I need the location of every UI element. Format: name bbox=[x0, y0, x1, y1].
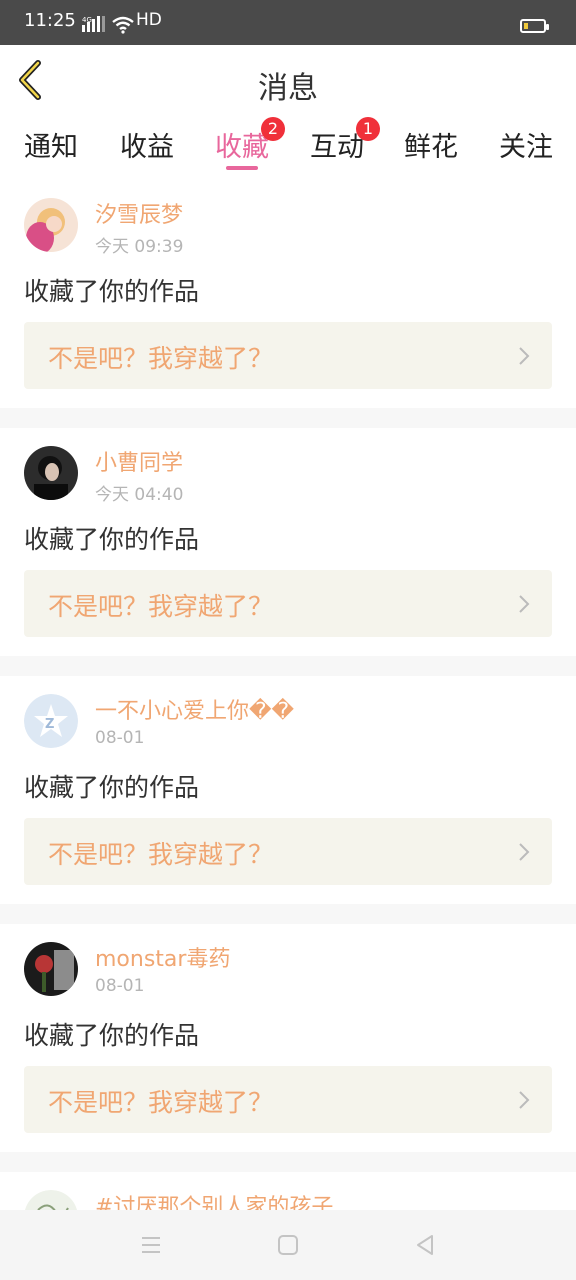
divider bbox=[0, 656, 576, 676]
timestamp: 今天 04:40 bbox=[95, 485, 184, 505]
chevron-right-icon bbox=[519, 1091, 530, 1109]
tab-favorites[interactable]: 收藏 2 bbox=[215, 117, 285, 164]
divider bbox=[0, 1152, 576, 1172]
work-link[interactable]: 不是吧？我穿越了？ bbox=[24, 570, 552, 637]
back-triangle-icon[interactable] bbox=[412, 1232, 438, 1258]
action-text: 收藏了你的作品 bbox=[24, 1021, 200, 1050]
avatar[interactable]: Z bbox=[24, 694, 78, 748]
svg-text:Z: Z bbox=[45, 717, 54, 732]
tab-label: 通知 bbox=[24, 132, 78, 163]
timestamp: 08-01 bbox=[95, 728, 145, 748]
avatar[interactable] bbox=[24, 198, 78, 252]
list-item: 汐雪辰梦 今天 09:39 收藏了你的作品 不是吧？我穿越了？ bbox=[0, 180, 576, 408]
tab-interact[interactable]: 互动 1 bbox=[310, 117, 380, 164]
wifi-icon bbox=[112, 16, 134, 34]
page-title: 消息 bbox=[258, 71, 318, 106]
network-label: 4G bbox=[82, 16, 92, 24]
action-text: 收藏了你的作品 bbox=[24, 277, 200, 306]
work-link[interactable]: 不是吧？我穿越了？ bbox=[24, 322, 552, 389]
badge-count: 1 bbox=[356, 117, 380, 141]
list-item: Z 一不小心爱上你�� 08-01 收藏了你的作品 不是吧？我穿越了？ bbox=[0, 676, 576, 904]
timestamp: 08-01 bbox=[95, 976, 145, 996]
tab-label: 收藏 bbox=[215, 132, 269, 163]
list-item: monstar毒药 08-01 收藏了你的作品 不是吧？我穿越了？ bbox=[0, 924, 576, 1152]
signal-icon: 4G bbox=[82, 16, 105, 32]
tab-flowers[interactable]: 鲜花 bbox=[404, 125, 458, 164]
chevron-right-icon bbox=[519, 843, 530, 861]
divider bbox=[0, 904, 576, 924]
work-title: 不是吧？我穿越了？ bbox=[48, 840, 274, 869]
tab-label: 关注 bbox=[499, 132, 553, 163]
tab-label: 互动 bbox=[310, 132, 364, 163]
avatar[interactable] bbox=[24, 942, 78, 996]
tab-label: 收益 bbox=[120, 132, 174, 163]
status-bar: 11:25 4G HD bbox=[0, 0, 576, 45]
work-title: 不是吧？我穿越了？ bbox=[48, 592, 274, 621]
avatar[interactable] bbox=[24, 446, 78, 500]
tab-income[interactable]: 收益 bbox=[120, 125, 174, 164]
divider bbox=[0, 408, 576, 428]
work-link[interactable]: 不是吧？我穿越了？ bbox=[24, 818, 552, 885]
work-title: 不是吧？我穿越了？ bbox=[48, 344, 274, 373]
status-time: 11:25 bbox=[24, 10, 76, 31]
timestamp: 今天 09:39 bbox=[95, 237, 184, 257]
message-list: 汐雪辰梦 今天 09:39 收藏了你的作品 不是吧？我穿越了？ 小曹同学 今天 … bbox=[0, 180, 576, 1244]
tab-notify[interactable]: 通知 bbox=[24, 125, 78, 164]
tab-label: 鲜花 bbox=[404, 132, 458, 163]
chevron-right-icon bbox=[519, 347, 530, 365]
tab-follow[interactable]: 关注 bbox=[499, 125, 553, 164]
username[interactable]: 一不小心爱上你�� bbox=[95, 693, 294, 725]
active-tab-indicator bbox=[226, 166, 258, 170]
header: 消息 bbox=[0, 45, 576, 116]
system-nav-bar bbox=[0, 1210, 576, 1280]
action-text: 收藏了你的作品 bbox=[24, 773, 200, 802]
badge-count: 2 bbox=[261, 117, 285, 141]
work-link[interactable]: 不是吧？我穿越了？ bbox=[24, 1066, 552, 1133]
home-icon[interactable] bbox=[275, 1232, 301, 1258]
chevron-right-icon bbox=[519, 595, 530, 613]
menu-icon[interactable] bbox=[138, 1232, 164, 1258]
action-text: 收藏了你的作品 bbox=[24, 525, 200, 554]
list-item: 小曹同学 今天 04:40 收藏了你的作品 不是吧？我穿越了？ bbox=[0, 428, 576, 656]
username[interactable]: 小曹同学 bbox=[95, 445, 183, 477]
hd-label: HD bbox=[136, 10, 162, 30]
battery-icon bbox=[520, 19, 549, 33]
username[interactable]: monstar毒药 bbox=[95, 941, 230, 973]
tab-bar: 通知 收益 收藏 2 互动 1 鲜花 关注 bbox=[0, 115, 576, 180]
work-title: 不是吧？我穿越了？ bbox=[48, 1088, 274, 1117]
username[interactable]: 汐雪辰梦 bbox=[95, 197, 183, 229]
